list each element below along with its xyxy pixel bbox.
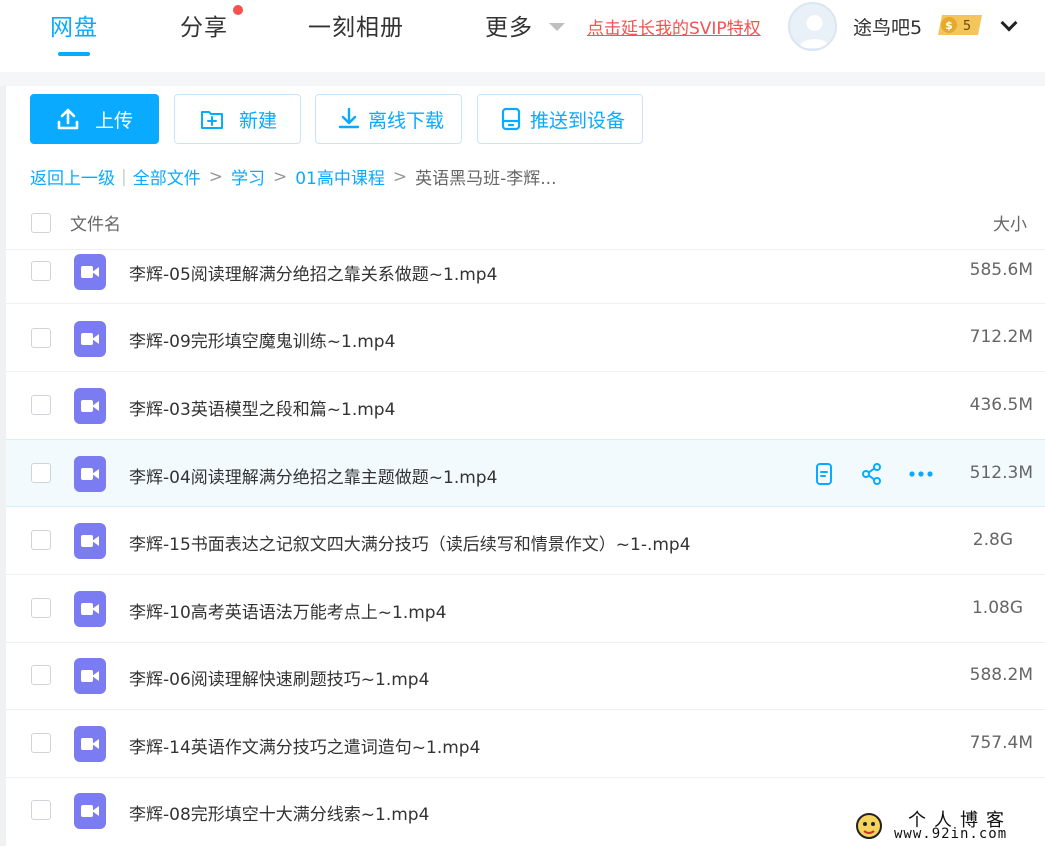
- row-checkbox[interactable]: [31, 800, 51, 820]
- row-checkbox[interactable]: [31, 328, 51, 348]
- file-row[interactable]: 李辉-15书面表达之记叙文四大满分技巧（读后续写和情景作文）~1-.mp4 2.…: [6, 507, 1045, 575]
- video-file-icon: [74, 793, 106, 829]
- file-row[interactable]: 李辉-05阅读理解满分绝招之靠关系做题~1.mp4 585.6M: [6, 250, 1045, 304]
- upload-button-label: 上传: [95, 109, 134, 132]
- breadcrumb: 返回上一级 | 全部文件 > 学习 > 01高中课程 > 英语黑马班-李辉...: [30, 164, 557, 190]
- upload-button[interactable]: 上传: [30, 94, 159, 144]
- file-row[interactable]: 李辉-09完形填空魔鬼训练~1.mp4 712.2M: [6, 304, 1045, 372]
- tab-album[interactable]: 一刻相册: [308, 8, 404, 42]
- send-to-phone-icon[interactable]: [812, 462, 836, 486]
- column-name-header[interactable]: 文件名: [70, 210, 121, 235]
- file-name[interactable]: 李辉-09完形填空魔鬼训练~1.mp4: [129, 327, 395, 352]
- breadcrumb-highschool[interactable]: 01高中课程: [295, 164, 385, 189]
- file-size: 512.3M: [969, 463, 1033, 483]
- svip-renew-link[interactable]: 点击延长我的SVIP特权: [587, 14, 761, 39]
- breadcrumb-current: 英语黑马班-李辉...: [415, 169, 557, 189]
- notification-dot: [233, 5, 243, 15]
- video-file-icon: [74, 254, 106, 290]
- breadcrumb-study[interactable]: 学习: [231, 164, 265, 189]
- row-checkbox[interactable]: [31, 463, 51, 483]
- video-file-icon: [74, 658, 106, 694]
- file-row[interactable]: 李辉-10高考英语语法万能考点上~1.mp4 1.08G: [6, 575, 1045, 643]
- file-size: 2.8G: [972, 530, 1013, 550]
- offline-download-label: 离线下载: [368, 109, 445, 132]
- video-file-icon: [74, 523, 106, 559]
- breadcrumb-separator: >: [272, 166, 288, 187]
- row-actions: [812, 462, 933, 486]
- new-folder-icon: [199, 106, 225, 132]
- blog-watermark: 个人博客 www.92in.com: [850, 806, 1045, 847]
- column-size-header[interactable]: 大小: [993, 210, 1027, 235]
- file-size: 436.5M: [969, 395, 1033, 415]
- mascot-logo-icon: [854, 808, 884, 844]
- header-separator: [0, 72, 1045, 86]
- select-all-checkbox[interactable]: [31, 213, 51, 233]
- upload-icon: [55, 106, 81, 132]
- file-name[interactable]: 李辉-10高考英语语法万能考点上~1.mp4: [129, 598, 446, 623]
- file-name[interactable]: 李辉-04阅读理解满分绝招之靠主题做题~1.mp4: [129, 463, 497, 488]
- file-name[interactable]: 李辉-06阅读理解快速刷题技巧~1.mp4: [129, 665, 429, 690]
- file-row[interactable]: 李辉-04阅读理解满分绝招之靠主题做题~1.mp4 512.3M: [6, 439, 1045, 507]
- more-actions-icon[interactable]: [908, 462, 933, 486]
- breadcrumb-all-files[interactable]: 全部文件: [133, 164, 201, 189]
- file-name[interactable]: 李辉-14英语作文满分技巧之遣词造句~1.mp4: [129, 733, 480, 758]
- tab-more[interactable]: 更多: [485, 8, 533, 42]
- download-icon: [336, 106, 362, 132]
- svip-coin-badge[interactable]: $ 5: [936, 13, 986, 37]
- breadcrumb-separator: >: [392, 166, 408, 187]
- coin-icon: $ 5: [938, 15, 982, 35]
- new-folder-button[interactable]: 新建: [174, 94, 301, 144]
- back-link[interactable]: 返回上一级: [30, 164, 115, 189]
- tab-netdisk[interactable]: 网盘: [50, 8, 98, 42]
- top-nav: 网盘 分享 一刻相册 更多 点击延长我的SVIP特权 途鸟吧5 $ 5: [0, 0, 1045, 72]
- new-folder-label: 新建: [239, 109, 278, 132]
- user-avatar-icon: [799, 15, 830, 48]
- device-icon: [498, 106, 524, 132]
- avatar[interactable]: [788, 2, 837, 51]
- chevron-down-icon[interactable]: [1000, 14, 1018, 32]
- file-name[interactable]: 李辉-08完形填空十大满分线索~1.mp4: [129, 800, 429, 825]
- push-to-device-label: 推送到设备: [530, 109, 626, 132]
- video-file-icon: [74, 456, 106, 492]
- active-tab-indicator: [58, 52, 90, 56]
- file-name[interactable]: 李辉-05阅读理解满分绝招之靠关系做题~1.mp4: [129, 260, 497, 285]
- video-file-icon: [74, 591, 106, 627]
- file-row[interactable]: 李辉-14英语作文满分技巧之遣词造句~1.mp4 757.4M: [6, 710, 1045, 778]
- file-size: 585.6M: [969, 260, 1033, 280]
- offline-download-button[interactable]: 离线下载: [315, 94, 462, 144]
- file-size: 712.2M: [969, 327, 1033, 347]
- row-checkbox[interactable]: [31, 598, 51, 618]
- file-row[interactable]: 李辉-03英语模型之段和篇~1.mp4 436.5M: [6, 372, 1045, 440]
- coin-badge-count: 5: [963, 19, 971, 34]
- breadcrumb-divider: |: [121, 166, 127, 187]
- file-size: 757.4M: [969, 733, 1033, 753]
- row-checkbox[interactable]: [31, 395, 51, 415]
- file-row[interactable]: 李辉-06阅读理解快速刷题技巧~1.mp4 588.2M: [6, 642, 1045, 710]
- svg-text:$: $: [945, 19, 953, 32]
- video-file-icon: [74, 388, 106, 424]
- file-list-header: 文件名 大小: [6, 198, 1045, 250]
- file-size: 588.2M: [969, 665, 1033, 685]
- username[interactable]: 途鸟吧5: [853, 13, 922, 40]
- file-name[interactable]: 李辉-03英语模型之段和篇~1.mp4: [129, 395, 395, 420]
- more-dropdown-icon[interactable]: [549, 23, 565, 31]
- video-file-icon: [74, 726, 106, 762]
- watermark-url: www.92in.com: [894, 826, 1008, 842]
- file-size: 1.08G: [971, 598, 1023, 618]
- tab-share[interactable]: 分享: [180, 8, 228, 42]
- row-checkbox[interactable]: [31, 530, 51, 550]
- breadcrumb-separator: >: [208, 166, 223, 187]
- row-checkbox[interactable]: [31, 665, 51, 685]
- push-to-device-button[interactable]: 推送到设备: [477, 94, 643, 144]
- file-name[interactable]: 李辉-15书面表达之记叙文四大满分技巧（读后续写和情景作文）~1-.mp4: [129, 530, 691, 555]
- row-checkbox[interactable]: [31, 733, 51, 753]
- share-icon[interactable]: [860, 462, 884, 486]
- video-file-icon: [74, 321, 106, 357]
- row-checkbox[interactable]: [31, 261, 51, 281]
